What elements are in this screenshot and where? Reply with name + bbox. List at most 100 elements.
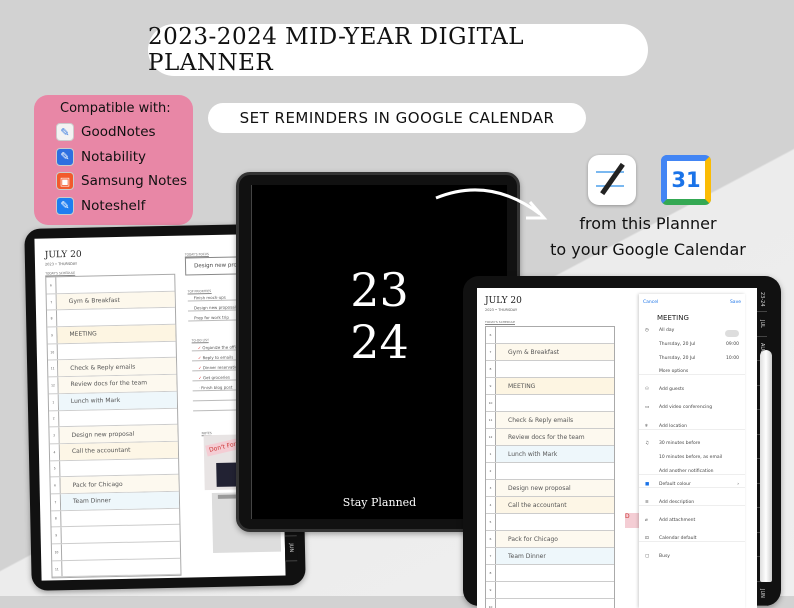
- schedule-entry[interactable]: MEETING: [496, 378, 614, 394]
- cancel-button[interactable]: Cancel: [643, 300, 658, 305]
- event-option[interactable]: Thursday, 20 Jul 09:00: [639, 342, 745, 347]
- event-option[interactable]: ⚇ Add guests: [639, 387, 745, 392]
- schedule-entry[interactable]: Check & Reply emails: [58, 358, 177, 377]
- schedule-entry[interactable]: Review docs for the team: [496, 429, 614, 445]
- schedule-row[interactable]: 10: [486, 395, 614, 412]
- event-option[interactable]: ◷ All day: [639, 328, 745, 333]
- schedule-entry[interactable]: Lunch with Mark: [58, 391, 178, 410]
- hour-label: 10: [51, 544, 63, 561]
- hour-label: 7: [46, 293, 57, 310]
- event-option[interactable]: ⌾ Add location: [639, 423, 745, 430]
- event-option[interactable]: 10 minutes before, as email: [639, 455, 745, 460]
- schedule-entry[interactable]: [60, 458, 178, 476]
- option-value: 09:00: [726, 342, 739, 347]
- schedule-row[interactable]: 8: [486, 361, 614, 378]
- schedule-entry[interactable]: Call the accountant: [496, 497, 614, 513]
- app-item: ▣ Samsung Notes: [56, 169, 193, 194]
- schedule-row[interactable]: 9: [486, 582, 614, 599]
- schedule-entry[interactable]: Design new proposal: [496, 480, 614, 496]
- schedule-row[interactable]: 5: [486, 514, 614, 531]
- event-option[interactable]: More options: [639, 369, 745, 375]
- schedule-entry[interactable]: Pack for Chicago: [496, 531, 614, 547]
- schedule-row[interactable]: 1 Lunch with Mark: [486, 446, 614, 463]
- schedule-entry[interactable]: Call the accountant: [59, 441, 179, 460]
- schedule-row[interactable]: 4 Call the accountant: [486, 497, 614, 514]
- event-title[interactable]: MEETING: [657, 314, 689, 322]
- schedule-row[interactable]: 10: [486, 599, 614, 608]
- month-tab[interactable]: JUN: [284, 535, 298, 562]
- schedule-entry[interactable]: Pack for Chicago: [60, 474, 179, 494]
- schedule-entry[interactable]: [61, 508, 179, 526]
- priorities-label: TOP PRIORITIES: [187, 289, 212, 295]
- schedule-entry[interactable]: [58, 342, 176, 360]
- event-option[interactable]: ≡ Add description: [639, 500, 745, 506]
- app-item: ✎ Noteshelf: [56, 194, 193, 219]
- option-text: Add description: [659, 500, 695, 505]
- schedule-entry[interactable]: [496, 565, 614, 581]
- schedule-entry[interactable]: [56, 275, 174, 293]
- schedule-row[interactable]: 7 Gym & Breakfast: [486, 344, 614, 361]
- schedule-entry[interactable]: Gym & Breakfast: [496, 344, 614, 360]
- schedule-entry[interactable]: [62, 558, 180, 576]
- planner-subdate: 2023 • THURSDAY: [485, 308, 518, 312]
- hour-label: 4: [486, 497, 496, 513]
- hour-label: 5: [486, 514, 496, 530]
- hour-label: 3: [49, 427, 60, 444]
- schedule-entry[interactable]: Check & Reply emails: [496, 412, 614, 428]
- schedule-row[interactable]: 6 Pack for Chicago: [486, 531, 614, 548]
- schedule-entry[interactable]: [62, 542, 180, 560]
- schedule-entry[interactable]: Gym & Breakfast: [56, 291, 175, 310]
- event-option[interactable]: ⌀ Add attachment: [639, 518, 745, 523]
- schedule-row[interactable]: 11 Check & Reply emails: [486, 412, 614, 429]
- schedule-entry[interactable]: [496, 463, 614, 479]
- schedule-entry[interactable]: [496, 327, 614, 343]
- subtitle: SET REMINDERS IN GOOGLE CALENDAR: [208, 103, 586, 133]
- option-text: Thursday, 20 Jul: [659, 355, 696, 361]
- event-option[interactable]: ■ Default colour ›: [639, 482, 745, 488]
- schedule-entry[interactable]: [496, 514, 614, 530]
- schedule-entry[interactable]: Team Dinner: [60, 491, 180, 510]
- promo-line-2: to your Google Calendar: [550, 240, 746, 259]
- hour-label: 9: [486, 378, 496, 394]
- schedule-entry[interactable]: Lunch with Mark: [496, 446, 614, 462]
- app-name: Noteshelf: [81, 197, 146, 214]
- schedule-entry[interactable]: Team Dinner: [496, 548, 614, 564]
- event-option[interactable]: Thursday, 20 Jul 10:00: [639, 356, 745, 361]
- month-tab[interactable]: JUL: [757, 312, 767, 337]
- event-option[interactable]: ▢ Busy: [639, 554, 745, 559]
- schedule-row[interactable]: 11: [52, 558, 181, 578]
- schedule-entry[interactable]: Review docs for the team: [58, 374, 177, 394]
- event-option[interactable]: ⊡ Calendar default: [639, 536, 745, 542]
- todo-text: Finish blog post: [201, 384, 233, 391]
- schedule-row[interactable]: 3 Design new proposal: [486, 480, 614, 497]
- schedule-entry[interactable]: [496, 395, 614, 411]
- schedule-entry[interactable]: [62, 525, 180, 543]
- schedule-entry[interactable]: MEETING: [57, 324, 176, 343]
- option-text: Add another notification: [659, 468, 714, 474]
- schedule-row[interactable]: 7 Team Dinner: [486, 548, 614, 565]
- event-option[interactable]: ▭ Add video conferencing: [639, 405, 745, 410]
- month-tab[interactable]: JUN: [757, 582, 767, 607]
- schedule-entry[interactable]: [496, 599, 614, 608]
- schedule-row[interactable]: 12 Review docs for the team: [486, 429, 614, 446]
- month-tab[interactable]: 23-24: [757, 288, 767, 313]
- save-button[interactable]: Save: [730, 300, 741, 305]
- video-icon: ▭: [645, 405, 650, 410]
- schedule-entry[interactable]: [57, 308, 175, 326]
- hour-label: 10: [486, 599, 496, 608]
- hour-label: 6: [50, 477, 61, 494]
- schedule-entry[interactable]: Design new proposal: [59, 424, 178, 444]
- schedule-row[interactable]: 9 MEETING: [486, 378, 614, 395]
- hour-label: 8: [486, 565, 496, 581]
- event-option[interactable]: ♫ 30 minutes before: [639, 441, 745, 446]
- schedule-entry[interactable]: [59, 408, 177, 426]
- schedule-row[interactable]: 8: [486, 565, 614, 582]
- schedule-row[interactable]: 2: [486, 463, 614, 480]
- option-text: Add guests: [659, 387, 685, 392]
- hour-label: 11: [486, 412, 496, 428]
- schedule-entry[interactable]: [496, 361, 614, 377]
- schedule-row[interactable]: 6: [486, 327, 614, 344]
- option-text: 10 minutes before, as email: [659, 455, 723, 460]
- hour-label: 7: [486, 344, 496, 360]
- event-option[interactable]: Add another notification: [639, 469, 745, 475]
